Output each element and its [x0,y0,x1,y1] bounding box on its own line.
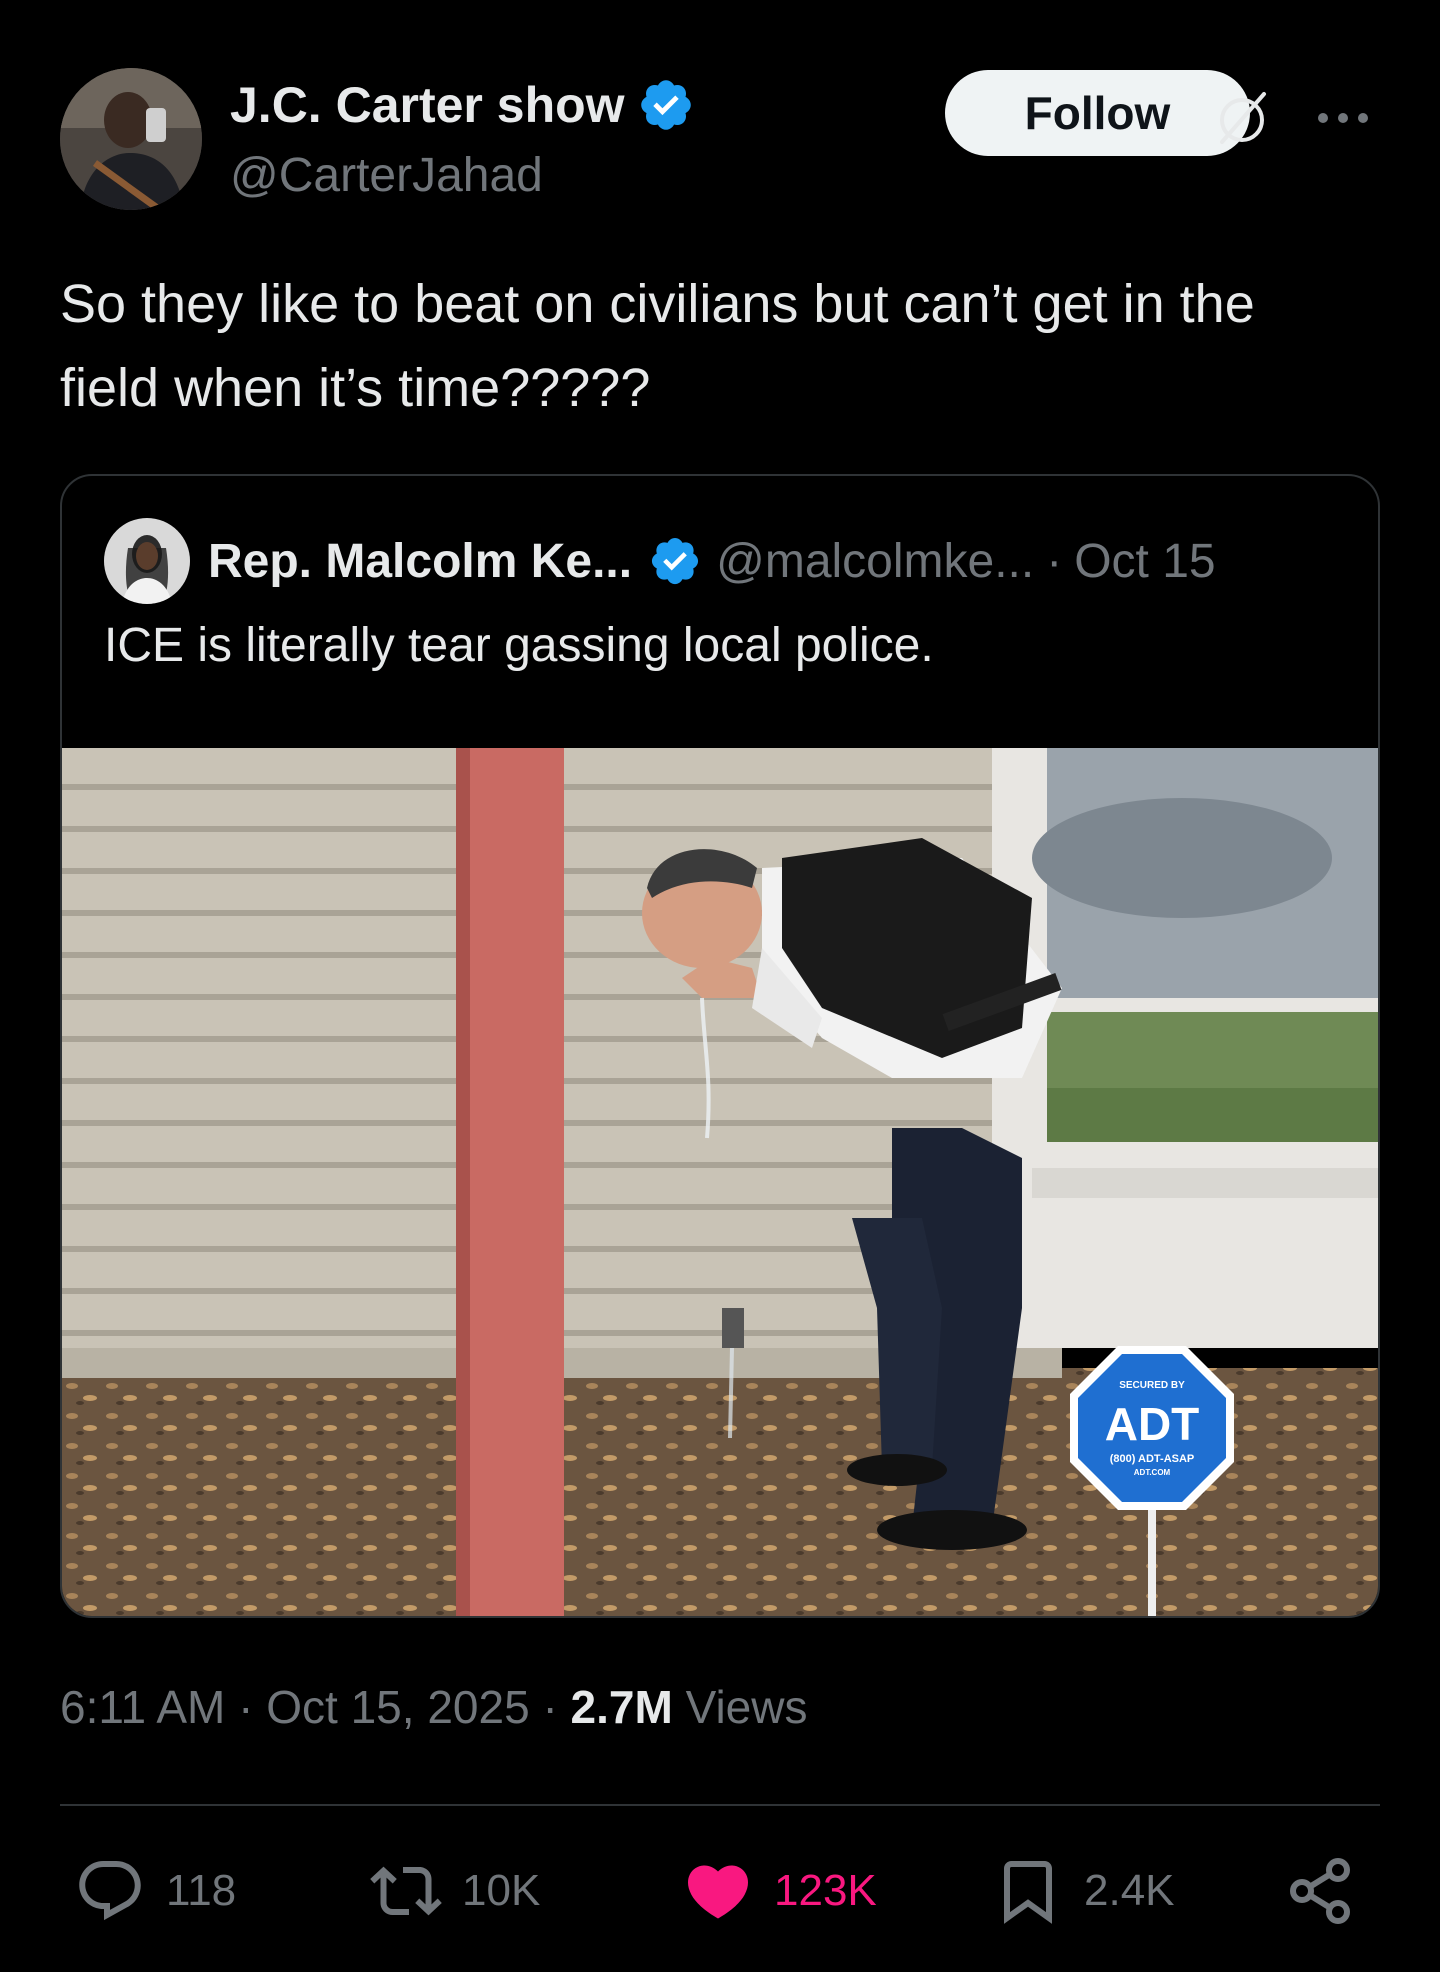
reply-icon [79,1861,141,1921]
share-button[interactable] [1284,1846,1356,1936]
like-button[interactable]: 123K [682,1846,877,1936]
share-icon [1290,1858,1350,1924]
meta-separator: · [238,1681,254,1733]
quoted-handle: @malcolmke... [716,534,1035,588]
views-label: Views [685,1681,808,1733]
quoted-display-name: Rep. Malcolm Ke... [208,534,633,588]
author-info: J.C. Carter show @CarterJahad [230,76,695,203]
quoted-post[interactable]: Rep. Malcolm Ke... @malcolmke... · Oct 1… [60,474,1380,1618]
bookmark-count: 2.4K [1084,1866,1175,1915]
author-avatar[interactable] [60,68,202,210]
reply-button[interactable]: 118 [74,1846,236,1936]
quoted-separator: · [1046,534,1063,588]
post-date[interactable]: Oct 15, 2025 [266,1681,529,1733]
action-bar: 118 10K 123K 2.4K [60,1846,1380,1936]
adt-sign-top-text: SECURED BY [1119,1380,1185,1391]
post-meta: 6:11 AM · Oct 15, 2025 · 2.7M Views [60,1680,807,1734]
like-count: 123K [774,1866,877,1915]
divider [60,1804,1380,1806]
quoted-verified-badge-icon [652,537,699,585]
post-time[interactable]: 6:11 AM [60,1681,225,1733]
adt-sign-site-text: ADT.COM [1134,1468,1171,1477]
author-display-name[interactable]: J.C. Carter show [230,77,625,133]
views-count: 2.7M [570,1681,673,1733]
post-text: So they like to beat on civilians but ca… [60,274,1255,418]
more-options-icon[interactable] [1313,103,1373,133]
quoted-date: Oct 15 [1074,534,1216,588]
quoted-author-avatar [104,518,190,604]
reply-count: 118 [166,1866,237,1915]
repost-count: 10K [462,1866,541,1915]
heart-icon [687,1865,749,1919]
adt-sign-phone-text: (800) ADT-ASAP [1110,1453,1195,1465]
follow-button[interactable]: Follow [945,70,1250,156]
meta-separator: · [542,1681,558,1733]
author-handle[interactable]: @CarterJahad [230,148,695,203]
quoted-header: Rep. Malcolm Ke... @malcolmke... · Oct 1… [104,516,1216,606]
bookmark-icon [1004,1861,1052,1924]
adt-sign-brand-text: ADT [1105,1398,1200,1450]
author-name-row[interactable]: J.C. Carter show [230,76,695,134]
quoted-photo[interactable]: SECURED BY ADT (800) ADT-ASAP ADT.COM [62,748,1380,1618]
quoted-text: ICE is literally tear gassing local poli… [104,619,934,672]
repost-button[interactable]: 10K [370,1846,540,1936]
bookmark-button[interactable]: 2.4K [992,1846,1175,1936]
post-header: J.C. Carter show @CarterJahad Follow [60,68,1380,218]
grok-icon[interactable] [1212,88,1272,148]
verified-badge-icon [640,80,691,130]
repost-icon [370,1866,442,1916]
